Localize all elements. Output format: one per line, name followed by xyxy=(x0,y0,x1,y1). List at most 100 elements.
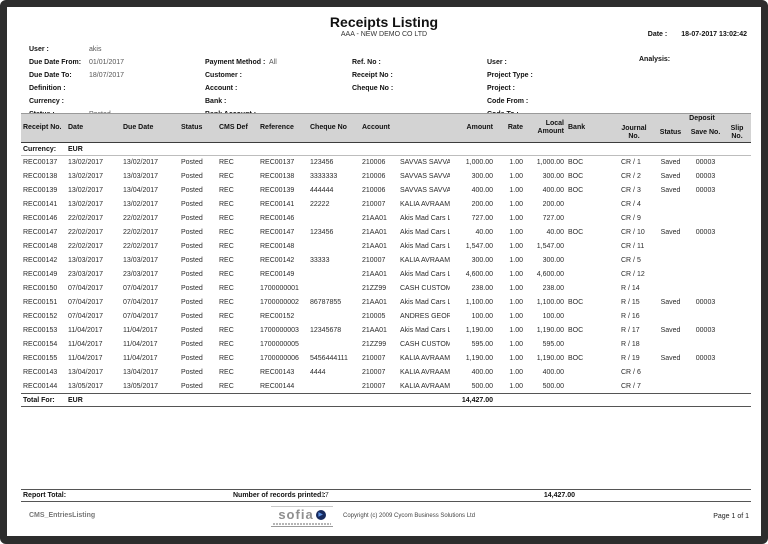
cell-account-name: ANDRES GEORG xyxy=(400,313,450,320)
cell-amount: 400.00 xyxy=(471,187,493,194)
cell-account-name: Akis Mad Cars Lt xyxy=(400,327,450,334)
cell-cms-def: REC xyxy=(219,159,234,167)
cell-due-date: 22/02/2017 xyxy=(123,215,159,222)
cell-cms-def: REC xyxy=(219,215,234,222)
col-receipt-no: Receipt No. xyxy=(21,113,66,143)
cell-due-date: 23/03/2017 xyxy=(123,271,159,278)
cell-account: 21AA01 xyxy=(362,229,387,236)
cell-account-name: SAVVAS SAVVA xyxy=(400,159,450,167)
cell-cms-def: REC xyxy=(219,299,234,306)
cell-cheque-no: 123456 xyxy=(310,229,334,236)
table-row: REC00137 13/02/2017 13/02/2017 Posted REC REC… xyxy=(21,156,751,170)
cell-bank xyxy=(566,212,615,226)
cell-local-amount: 4,600.00 xyxy=(536,271,564,278)
sofia-arrow-icon: ▶ xyxy=(315,509,326,520)
col-status: Status xyxy=(179,113,217,143)
cell-receipt-no: REC00147 xyxy=(23,229,58,236)
cell-local-amount: 1,000.00 xyxy=(536,159,564,167)
cell-date: 13/02/2017 xyxy=(68,187,104,194)
cell-date: 11/04/2017 xyxy=(68,327,103,334)
sofia-logo: sofia ▶ xyxy=(271,506,333,527)
cell-journal-no: R / 14 xyxy=(621,285,640,292)
cell-status: Posted xyxy=(181,243,203,250)
cell-local-amount: 400.00 xyxy=(542,187,564,194)
cell-account-name: Akis Mad Cars Lt xyxy=(400,243,450,250)
cell-save-no xyxy=(688,380,723,394)
col-account-name xyxy=(398,113,450,143)
cell-bank: BOC xyxy=(568,173,584,180)
cell-local-amount: 1,547.00 xyxy=(536,243,564,250)
cell-receipt-no: REC00137 xyxy=(23,159,58,167)
col-slip-no: Slip No. xyxy=(723,124,751,143)
cell-bank: BOC xyxy=(568,229,584,236)
cell-due-date: 13/04/2017 xyxy=(123,369,159,376)
cell-receipt-no: REC00154 xyxy=(23,341,58,348)
cell-cms-def: REC xyxy=(219,382,234,390)
cell-account-name: KALIA AVRAAM xyxy=(400,369,450,376)
cell-account-name: SAVVAS SAVVA xyxy=(400,173,450,180)
cell-due-date: 22/02/2017 xyxy=(123,229,159,236)
cell-amount: 200.00 xyxy=(471,201,493,208)
col-local-amount: Local Amount xyxy=(525,113,566,143)
cell-account-name: Akis Mad Cars Lt xyxy=(400,299,450,306)
cell-rate: 1.00 xyxy=(509,299,523,306)
cell-bank: BOC xyxy=(568,327,584,334)
filter-label: Due Date To: xyxy=(29,72,72,79)
cell-amount: 595.00 xyxy=(471,341,493,348)
cell-dep-status xyxy=(653,240,688,254)
cell-amount: 1,100.00 xyxy=(465,299,493,306)
report-title: Receipts Listing xyxy=(329,14,439,30)
cell-bank xyxy=(566,366,615,380)
cell-status: Posted xyxy=(181,313,203,320)
filter-label: Ref. No : xyxy=(352,59,381,66)
total-row: Total For: EUR 14,427.00 xyxy=(21,393,751,407)
cell-bank xyxy=(566,254,615,268)
cell-status: Posted xyxy=(181,159,203,167)
cell-date: 13/02/2017 xyxy=(68,201,104,208)
cell-account-name: KALIA AVRAAM xyxy=(400,382,450,390)
cell-cms-def: REC xyxy=(219,243,234,250)
report-page: Receipts Listing AAA - NEW DEMO CO LTD D… xyxy=(7,7,761,536)
cell-save-no xyxy=(688,282,723,296)
cell-account-name: SAVVAS SAVVA xyxy=(400,187,450,194)
cell-journal-no: CR / 4 xyxy=(621,201,641,208)
cell-due-date: 13/03/2017 xyxy=(123,173,159,180)
cell-journal-no: CR / 2 xyxy=(621,173,641,180)
cell-cheque-no xyxy=(308,240,360,254)
cell-amount: 300.00 xyxy=(471,173,493,180)
cell-amount: 500.00 xyxy=(471,382,493,390)
cell-rate: 1.00 xyxy=(509,243,523,250)
cell-local-amount: 238.00 xyxy=(542,285,564,292)
cell-cms-def: REC xyxy=(219,369,234,376)
date-value: 18-07-2017 13:02:42 xyxy=(681,31,747,38)
cell-cheque-no xyxy=(308,338,360,352)
table-row: REC00139 13/02/2017 13/04/2017 Posted REC REC… xyxy=(21,184,751,198)
cell-dep-status: Saved xyxy=(660,159,681,167)
cell-journal-no: R / 19 xyxy=(621,355,640,362)
cell-bank: BOC xyxy=(568,355,584,362)
cell-account-name: KALIA AVRAAM xyxy=(400,355,450,362)
cell-cms-def: REC xyxy=(219,173,234,180)
cell-journal-no: CR / 7 xyxy=(621,382,641,390)
cell-due-date: 11/04/2017 xyxy=(123,355,158,362)
cell-cms-def: REC xyxy=(219,187,234,194)
filter-field: Account : xyxy=(205,82,265,95)
filter-label: Definition : xyxy=(29,85,66,92)
cell-cms-def: REC xyxy=(219,341,234,348)
table-row: REC00144 13/05/2017 13/05/2017 Posted REC REC… xyxy=(21,380,751,394)
records-printed-value: 17 xyxy=(321,492,329,499)
cell-receipt-no: REC00142 xyxy=(23,257,58,264)
analysis-label: Analysis: xyxy=(639,56,671,63)
cell-slip-no xyxy=(723,170,751,184)
cell-bank: BOC xyxy=(568,187,584,194)
cell-cms-def: REC xyxy=(219,271,234,278)
cell-rate: 1.00 xyxy=(509,215,523,222)
cell-receipt-no: REC00148 xyxy=(23,243,58,250)
cell-date: 23/03/2017 xyxy=(68,271,104,278)
cell-cheque-no xyxy=(308,268,360,282)
cell-journal-no: R / 16 xyxy=(621,313,640,320)
cell-bank: BOC xyxy=(568,159,584,167)
cell-account-name: KALIA AVRAAM xyxy=(400,201,450,208)
cell-slip-no xyxy=(723,352,751,366)
cell-slip-no xyxy=(723,184,751,198)
